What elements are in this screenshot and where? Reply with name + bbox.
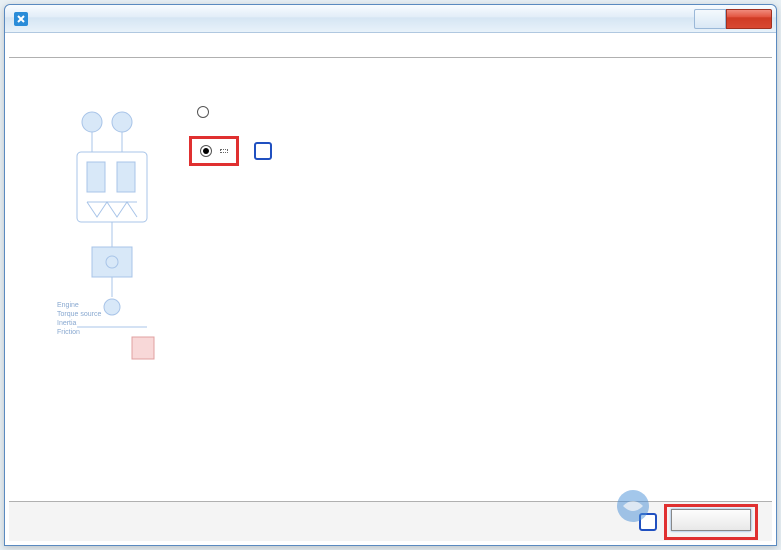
- radio-icon: [197, 106, 209, 118]
- engine-diagram-icon: Engine Torque source Inertia Friction: [57, 102, 177, 372]
- radio-restart-now[interactable]: [197, 106, 756, 118]
- sidebar-diagram: Engine Torque source Inertia Friction: [29, 102, 177, 382]
- radio-label-no: [220, 149, 228, 153]
- help-button[interactable]: [694, 9, 726, 29]
- svg-text:Inertia: Inertia: [57, 320, 77, 327]
- radio-restart-later[interactable]: [200, 145, 228, 157]
- annotation-1: [254, 142, 272, 160]
- highlight-box-1: [189, 136, 239, 166]
- titlebar-buttons: [694, 9, 772, 29]
- wizard-window: Engine Torque source Inertia Friction: [4, 4, 777, 546]
- highlight-box-2: [664, 504, 758, 540]
- svg-text:Torque source: Torque source: [57, 311, 101, 318]
- content-area: Engine Torque source Inertia Friction: [5, 58, 776, 488]
- svg-text:Engine: Engine: [57, 302, 79, 309]
- finish-button[interactable]: [671, 509, 751, 531]
- wizard-subheader: [9, 37, 772, 58]
- footer: [9, 501, 772, 541]
- main-panel: [185, 74, 756, 480]
- app-icon: [13, 11, 29, 27]
- close-button[interactable]: [726, 9, 772, 29]
- sidebar: Engine Torque source Inertia Friction: [25, 74, 185, 480]
- annotation-2: [639, 513, 657, 531]
- radio-icon: [200, 145, 212, 157]
- titlebar: [5, 5, 776, 33]
- svg-text:Friction: Friction: [57, 329, 80, 336]
